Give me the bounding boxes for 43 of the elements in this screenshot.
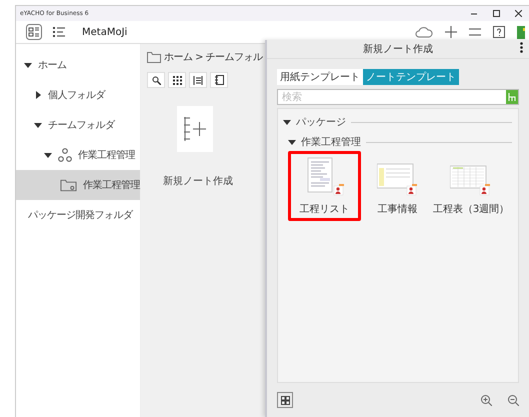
thumbnail-view-icon[interactable]	[26, 24, 42, 40]
folder-label[interactable]: 個人フォルダ	[48, 88, 105, 102]
collapse-arrow-icon[interactable]	[288, 138, 296, 146]
group-title[interactable]: 作業工程管理	[301, 135, 361, 149]
new-note-tile[interactable]	[177, 106, 213, 152]
expand-arrow-icon[interactable]	[44, 151, 52, 159]
dialog-title: 新規ノート作成	[363, 42, 433, 56]
expand-arrow-icon[interactable]	[34, 91, 42, 99]
template-item[interactable]: 工程リスト	[288, 151, 361, 221]
expand-arrow-icon[interactable]	[24, 61, 32, 69]
search-action-icon[interactable]	[506, 90, 518, 104]
search-field[interactable]: 検索	[277, 89, 519, 105]
folder-label[interactable]: ホーム	[38, 58, 66, 72]
grid-icon[interactable]	[168, 72, 186, 88]
template-tab[interactable]: 用紙テンプレート	[277, 69, 363, 85]
group-icon	[58, 148, 72, 162]
notebook-icon[interactable]	[517, 26, 525, 38]
new-note-label: 新規ノート作成	[163, 174, 234, 188]
folder-label[interactable]: チームフォルダ	[48, 118, 114, 132]
cloud-sync-icon[interactable]	[415, 26, 433, 38]
list-view-icon[interactable]	[52, 25, 66, 39]
help-icon[interactable]	[493, 26, 505, 38]
book-icon[interactable]	[210, 72, 228, 88]
template-item[interactable]: 工事情報	[361, 151, 434, 221]
folder-label[interactable]: 作業工程管理	[78, 148, 135, 162]
folder-icon	[147, 52, 161, 62]
folder-icon	[60, 178, 77, 192]
menu-icon[interactable]	[469, 28, 481, 36]
list-icon[interactable]	[189, 72, 207, 88]
app-name: MetaMoJi	[82, 26, 128, 38]
collapse-arrow-icon[interactable]	[283, 118, 291, 126]
expand-arrow-icon[interactable]	[34, 121, 42, 129]
template-item[interactable]: 工程表（3週間）	[434, 151, 508, 221]
layout-icon[interactable]	[277, 392, 293, 408]
zoom-out-icon[interactable]	[508, 394, 519, 406]
add-icon[interactable]	[445, 26, 457, 38]
section-title[interactable]: パッケージ	[296, 115, 346, 129]
more-icon[interactable]	[520, 42, 523, 53]
zoom-in-icon[interactable]	[481, 394, 492, 406]
search-icon[interactable]	[147, 72, 165, 88]
new-note-icon	[183, 116, 207, 142]
folder-label[interactable]: パッケージ開発フォルダ	[28, 208, 132, 222]
breadcrumb[interactable]: ホーム > チームフォル	[164, 50, 263, 64]
